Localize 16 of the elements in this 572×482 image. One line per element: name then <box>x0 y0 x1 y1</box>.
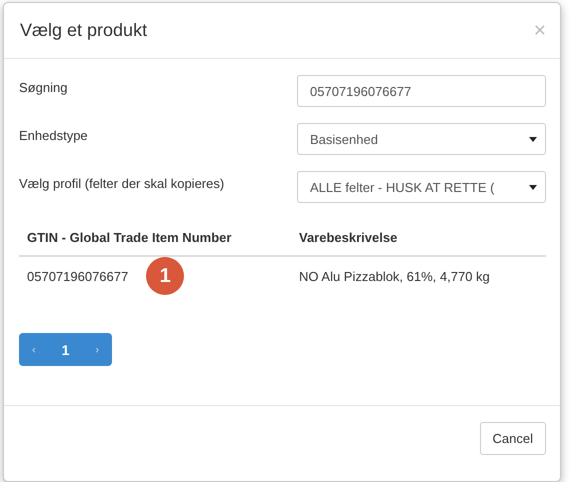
field-label: Søgning <box>19 80 68 95</box>
caret-icon <box>529 184 537 190</box>
field-label: Enhedstype <box>19 128 88 143</box>
search-field[interactable]: 05707196076677 <box>297 75 546 107</box>
caret-icon <box>529 136 537 142</box>
cancel-button[interactable]: Cancel <box>480 422 546 455</box>
column-header: Varebeskrivelse <box>299 230 398 244</box>
column-header: GTIN - Global Trade Item Number <box>27 230 232 244</box>
page-button[interactable]: 1 <box>56 340 76 360</box>
table-cell-text: NO Alu Pizzablok, 61%, 4,770 kg <box>299 268 491 284</box>
select-dropdown[interactable]: Basisenhed <box>297 123 546 155</box>
dialog-title: Vælg et produkt <box>20 20 148 41</box>
field-label: Vælg profil (felter der skal kopieres) <box>19 176 224 191</box>
table-cell: 05707196076677 <box>27 268 128 284</box>
step-badge: 1 <box>146 257 184 295</box>
select-dropdown[interactable]: ALLE felter - HUSK AT RETTE ( <box>297 171 546 203</box>
